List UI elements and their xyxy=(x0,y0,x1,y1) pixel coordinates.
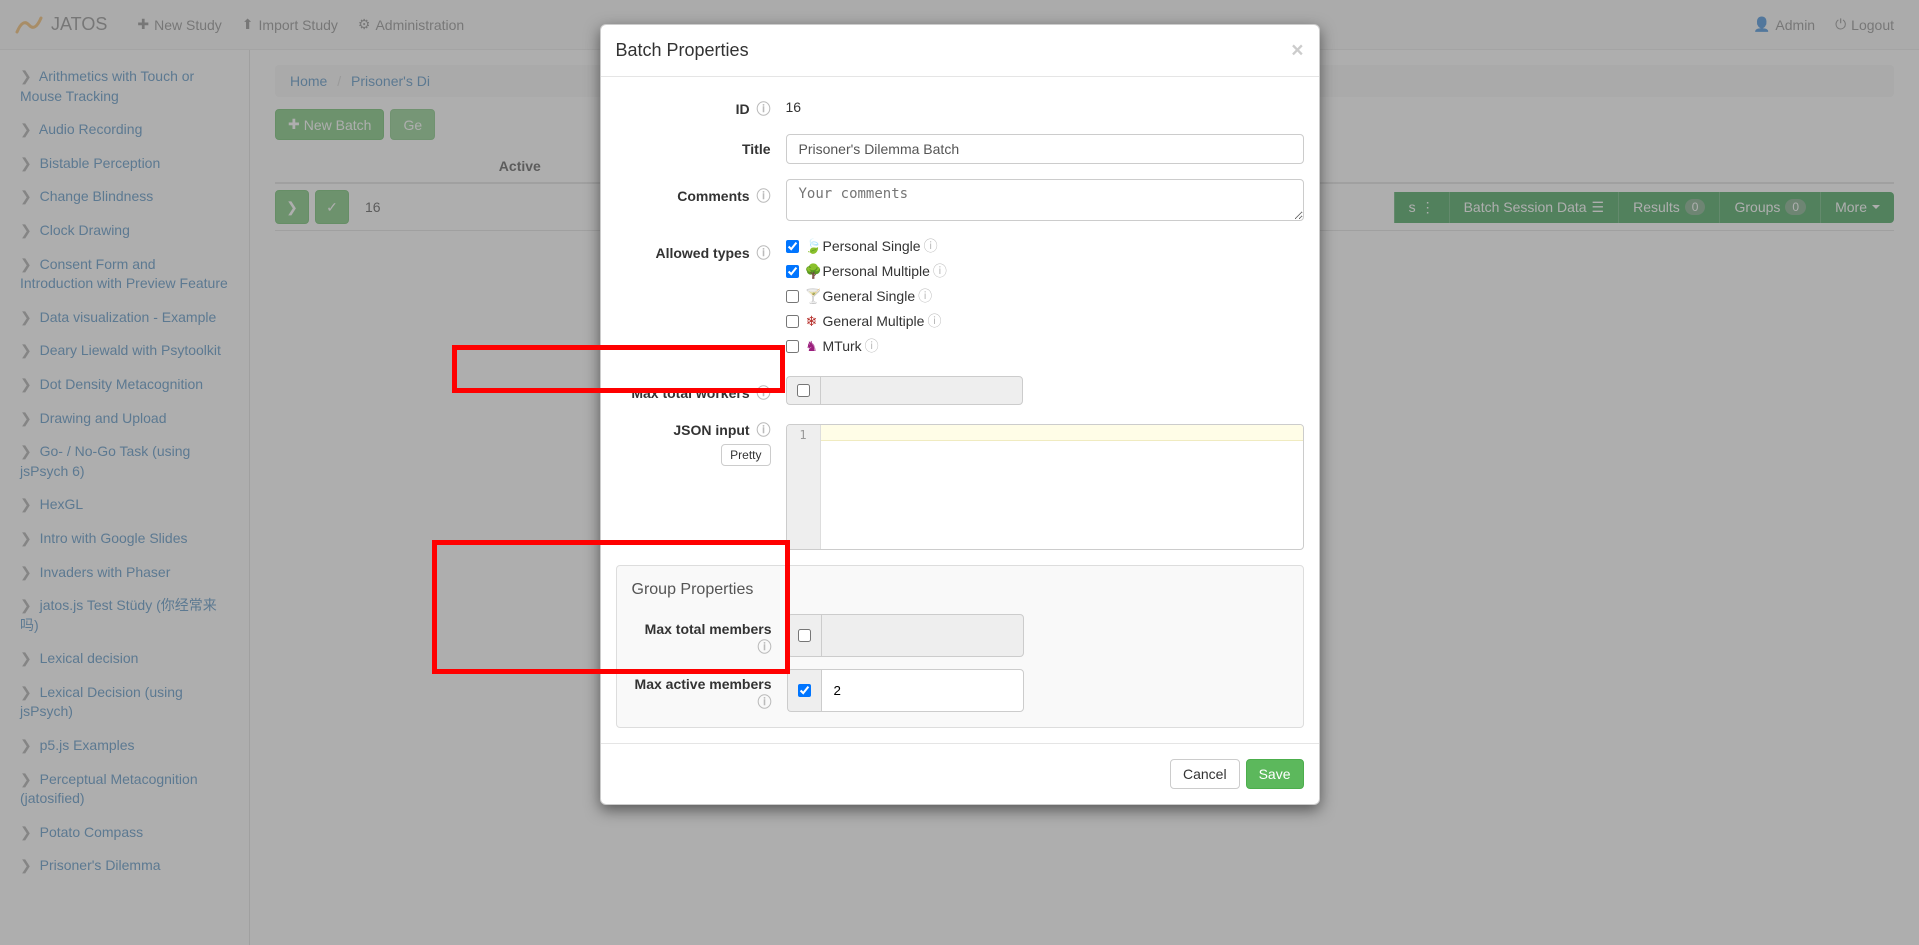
worker-type-row: 🌳 Personal Multiple ⓘ xyxy=(786,261,1304,281)
worker-type-label: Personal Multiple xyxy=(823,263,930,279)
comments-label: Comments ⓘ xyxy=(616,179,786,221)
title-label: Title xyxy=(616,134,786,164)
worker-type-row: ♞ MTurk ⓘ xyxy=(786,336,1304,356)
max-active-members-checkbox[interactable] xyxy=(798,684,811,697)
title-input[interactable] xyxy=(786,134,1304,164)
worker-type-label: MTurk xyxy=(823,338,862,354)
worker-type-row: ❄ General Multiple ⓘ xyxy=(786,311,1304,331)
max-workers-label: Max total workers ⓘ xyxy=(616,376,786,405)
tree-icon: 🌳 xyxy=(805,263,819,280)
max-total-members-checkbox[interactable] xyxy=(798,629,811,642)
worker-type-checkbox[interactable] xyxy=(786,315,799,328)
glass-icon: 🍸 xyxy=(805,288,819,305)
info-icon[interactable]: ⓘ xyxy=(918,286,932,306)
allowed-types-label: Allowed types ⓘ xyxy=(616,236,786,361)
leaf-icon: 🍃 xyxy=(805,238,819,255)
max-active-members-label: Max active members ⓘ xyxy=(632,669,787,712)
info-icon[interactable]: ⓘ xyxy=(757,101,771,117)
info-icon[interactable]: ⓘ xyxy=(758,694,772,710)
snow-icon: ❄ xyxy=(805,313,819,330)
info-icon[interactable]: ⓘ xyxy=(927,311,941,331)
json-editor[interactable]: 1 xyxy=(786,424,1304,550)
worker-type-checkbox[interactable] xyxy=(786,265,799,278)
info-icon[interactable]: ⓘ xyxy=(758,639,772,655)
worker-type-label: Personal Single xyxy=(823,238,921,254)
worker-type-row: 🍸 General Single ⓘ xyxy=(786,286,1304,306)
info-icon[interactable]: ⓘ xyxy=(757,422,771,438)
mturk-icon: ♞ xyxy=(805,338,819,355)
info-icon[interactable]: ⓘ xyxy=(757,188,771,204)
group-properties-title: Group Properties xyxy=(632,581,1288,599)
worker-type-label: General Multiple xyxy=(823,313,925,329)
batch-properties-modal: Batch Properties × ID ⓘ 16 Title Comment… xyxy=(600,24,1320,805)
info-icon[interactable]: ⓘ xyxy=(865,336,879,356)
info-icon[interactable]: ⓘ xyxy=(757,385,771,401)
worker-type-checkbox[interactable] xyxy=(786,240,799,253)
worker-type-checkbox[interactable] xyxy=(786,340,799,353)
max-active-members-input[interactable] xyxy=(821,669,1024,712)
id-label: ID ⓘ xyxy=(616,92,786,119)
worker-type-checkbox[interactable] xyxy=(786,290,799,303)
info-icon[interactable]: ⓘ xyxy=(933,261,947,281)
cancel-button[interactable]: Cancel xyxy=(1170,759,1240,789)
json-label: JSON input ⓘ Pretty xyxy=(616,420,786,466)
group-properties-panel: Group Properties Max total members ⓘ Max… xyxy=(616,565,1304,728)
modal-title: Batch Properties xyxy=(616,40,749,61)
editor-gutter: 1 xyxy=(787,425,821,549)
save-button[interactable]: Save xyxy=(1246,759,1304,789)
comments-input[interactable] xyxy=(786,179,1304,221)
id-value: 16 xyxy=(786,92,1304,119)
max-workers-input[interactable] xyxy=(820,376,1023,405)
info-icon[interactable]: ⓘ xyxy=(757,245,771,261)
pretty-button[interactable]: Pretty xyxy=(721,444,770,466)
info-icon[interactable]: ⓘ xyxy=(924,236,938,256)
max-total-members-input[interactable] xyxy=(821,614,1024,657)
max-workers-checkbox[interactable] xyxy=(797,384,810,397)
close-icon[interactable]: × xyxy=(1291,40,1303,61)
worker-type-label: General Single xyxy=(823,288,916,304)
allowed-types-group: 🍃 Personal Single ⓘ🌳 Personal Multiple ⓘ… xyxy=(786,236,1304,361)
worker-type-row: 🍃 Personal Single ⓘ xyxy=(786,236,1304,256)
max-total-members-label: Max total members ⓘ xyxy=(632,614,787,657)
